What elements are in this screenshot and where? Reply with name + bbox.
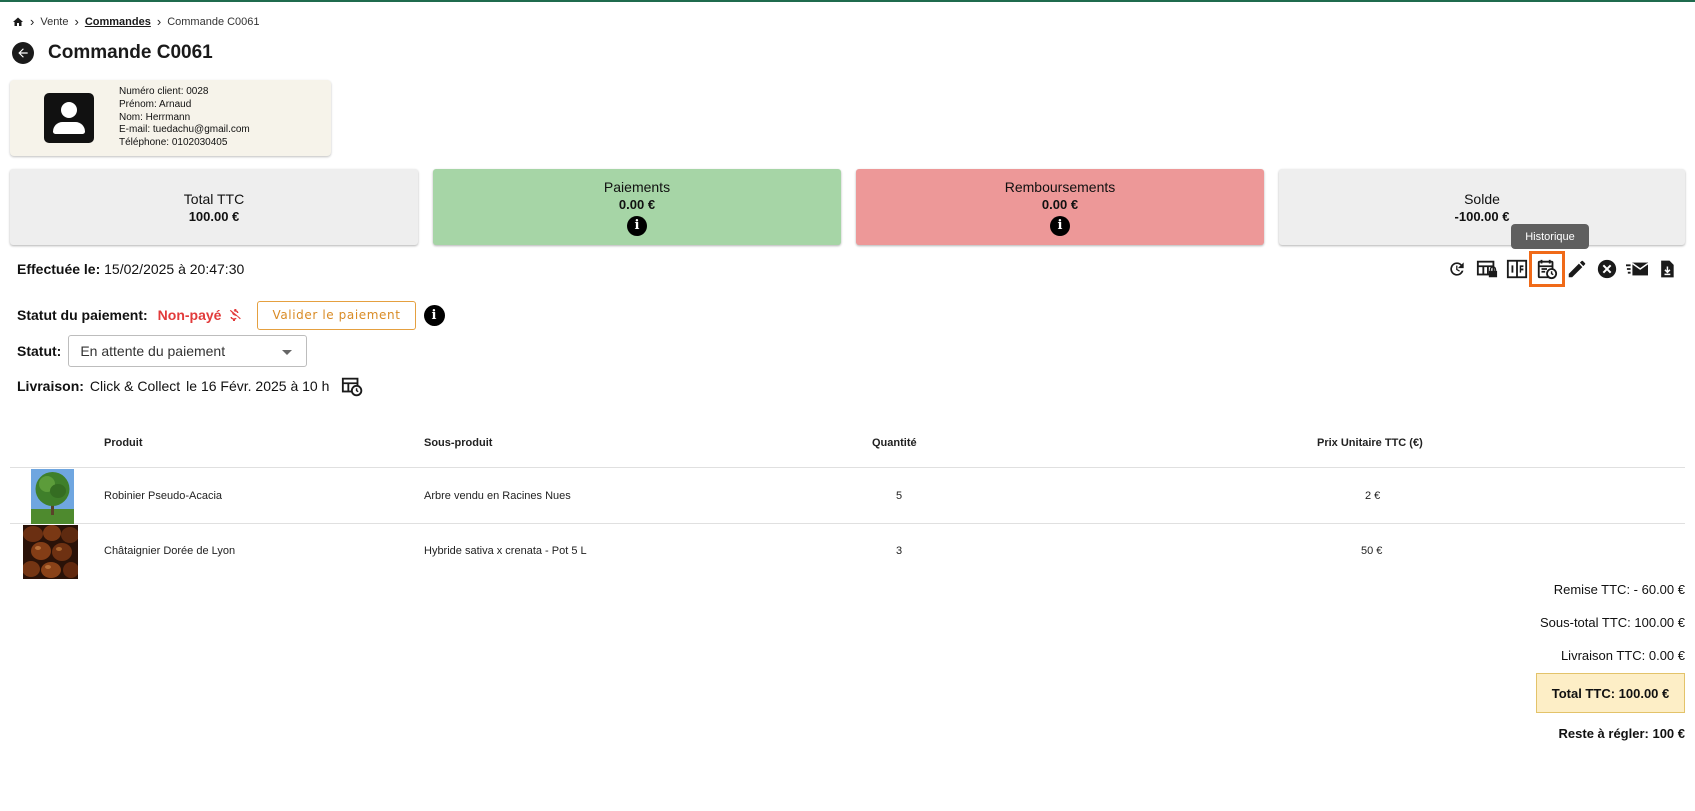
order-date: Effectuée le: 15/02/2025 à 20:47:30 bbox=[17, 261, 244, 277]
remise-ttc: Remise TTC: - 60.00 € bbox=[1553, 582, 1685, 597]
info-icon[interactable]: i bbox=[423, 304, 445, 326]
remboursements-value: 0.00 € bbox=[1041, 196, 1079, 212]
delivery-label: Livraison: bbox=[17, 378, 84, 394]
remboursements-label: Remboursements bbox=[1004, 178, 1116, 195]
delivery-mode: Click & Collect bbox=[89, 378, 181, 394]
calendar-history-icon[interactable] bbox=[1529, 251, 1565, 287]
row-produit: Châtaignier Dorée de Lyon bbox=[104, 545, 236, 557]
total-ttc-label: Total TTC bbox=[183, 190, 245, 207]
client-card: Numéro client: 0028 Prénom: Arnaud Nom: … bbox=[10, 80, 331, 156]
edit-icon[interactable] bbox=[1565, 257, 1589, 281]
refresh-icon[interactable] bbox=[1445, 257, 1469, 281]
chevron-right-icon: › bbox=[74, 14, 79, 29]
header-produit: Produit bbox=[104, 437, 143, 449]
payment-status-label: Statut du paiement: bbox=[17, 307, 148, 323]
header-quantite: Quantité bbox=[872, 437, 917, 449]
breadcrumb-commandes[interactable]: Commandes bbox=[85, 16, 151, 28]
delivery-date: le 16 Févr. 2025 à 10 h bbox=[186, 378, 330, 394]
header-prix: Prix Unitaire TTC (€) bbox=[1317, 437, 1423, 449]
total-ttc-value: 100.00 € bbox=[188, 208, 240, 224]
solde-card: Solde -100.00 € bbox=[1279, 169, 1685, 245]
sous-total-ttc: Sous-total TTC: 100.00 € bbox=[1539, 615, 1685, 630]
total-ttc-box: Total TTC: 100.00 € bbox=[1536, 673, 1685, 713]
caret-down-icon bbox=[282, 350, 293, 355]
avatar-icon bbox=[44, 93, 94, 143]
paiements-card: Paiements 0.00 € i bbox=[433, 169, 841, 245]
back-arrow-button[interactable] bbox=[12, 42, 34, 64]
client-prenom: Prénom: Arnaud bbox=[119, 98, 192, 110]
historique-tooltip: Historique bbox=[1511, 224, 1589, 249]
chevron-right-icon: › bbox=[30, 14, 35, 29]
livraison-ttc: Livraison TTC: 0.00 € bbox=[1560, 648, 1685, 663]
delivery-row: Livraison: Click & Collect le 16 Févr. 2… bbox=[17, 374, 363, 398]
email-icon[interactable] bbox=[1625, 257, 1649, 281]
info-icon[interactable]: i bbox=[627, 215, 647, 236]
page-title: Commande C0061 bbox=[48, 42, 213, 63]
client-info: Numéro client: 0028 Prénom: Arnaud Nom: … bbox=[119, 86, 250, 150]
client-telephone: Téléphone: 0102030405 bbox=[119, 137, 228, 149]
top-accent-line bbox=[0, 0, 1695, 2]
download-icon[interactable] bbox=[1655, 257, 1679, 281]
table-row: Châtaignier Dorée de Lyon Hybride sativa… bbox=[10, 524, 1685, 579]
invoice-number-icon[interactable] bbox=[1505, 257, 1529, 281]
client-email: E-mail: tuedachu@gmail.com bbox=[119, 124, 250, 136]
client-nom: Nom: Herrmann bbox=[119, 111, 191, 123]
order-date-value: 15/02/2025 à 20:47:30 bbox=[104, 261, 245, 277]
money-off-icon bbox=[227, 307, 243, 323]
total-ttc-card: Total TTC 100.00 € bbox=[10, 169, 418, 245]
reste-a-regler: Reste à régler: 100 € bbox=[1558, 726, 1685, 741]
breadcrumb-current: Commande C0061 bbox=[167, 15, 260, 28]
row-sous-produit: Arbre vendu en Racines Nues bbox=[424, 490, 571, 502]
row-prix: 50 € bbox=[1361, 545, 1383, 557]
table-lock-icon[interactable] bbox=[1475, 257, 1499, 281]
table-row: Robinier Pseudo-Acacia Arbre vendu en Ra… bbox=[10, 469, 1685, 524]
cancel-icon[interactable] bbox=[1595, 257, 1619, 281]
order-status-select[interactable]: En attente du paiement bbox=[68, 335, 308, 367]
paiements-value: 0.00 € bbox=[618, 196, 656, 212]
breadcrumb-vente[interactable]: Vente bbox=[40, 16, 68, 28]
validate-payment-button[interactable]: Valider le paiement bbox=[257, 300, 416, 330]
row-quantite: 5 bbox=[896, 490, 903, 502]
row-produit: Robinier Pseudo-Acacia bbox=[104, 490, 223, 502]
calendar-clock-icon[interactable] bbox=[341, 375, 363, 397]
products-table-header: Produit Sous-produit Quantité Prix Unita… bbox=[10, 428, 1685, 468]
payment-status-row: Statut du paiement: Non-payé Valider le … bbox=[17, 300, 445, 330]
tree-photo bbox=[31, 469, 74, 524]
breadcrumb: › Vente › Commandes › Commande C0061 bbox=[12, 14, 260, 29]
row-sous-produit: Hybride sativa x crenata - Pot 5 L bbox=[424, 545, 587, 557]
chevron-right-icon: › bbox=[156, 14, 162, 29]
info-icon[interactable]: i bbox=[1050, 215, 1070, 236]
order-status-row: Statut: En attente du paiement bbox=[17, 335, 308, 367]
paiements-label: Paiements bbox=[603, 178, 671, 195]
row-prix: 2 € bbox=[1365, 490, 1381, 502]
title-row: Commande C0061 bbox=[12, 42, 213, 64]
client-numero: Numéro client: 0028 bbox=[119, 86, 209, 97]
order-status-selected: En attente du paiement bbox=[80, 343, 226, 359]
home-icon[interactable] bbox=[12, 16, 24, 28]
solde-label: Solde bbox=[1464, 190, 1500, 207]
chestnuts-photo bbox=[23, 525, 78, 579]
arrow-left-icon bbox=[18, 48, 28, 58]
order-date-label: Effectuée le: bbox=[17, 261, 101, 277]
order-toolbar bbox=[1445, 251, 1685, 287]
solde-value: -100.00 € bbox=[1454, 208, 1510, 224]
payment-status-value: Non-payé bbox=[157, 307, 222, 323]
header-sous-produit: Sous-produit bbox=[424, 437, 493, 449]
order-status-label: Statut: bbox=[17, 343, 62, 359]
row-quantite: 3 bbox=[896, 545, 903, 557]
remboursements-card: Remboursements 0.00 € i bbox=[856, 169, 1264, 245]
